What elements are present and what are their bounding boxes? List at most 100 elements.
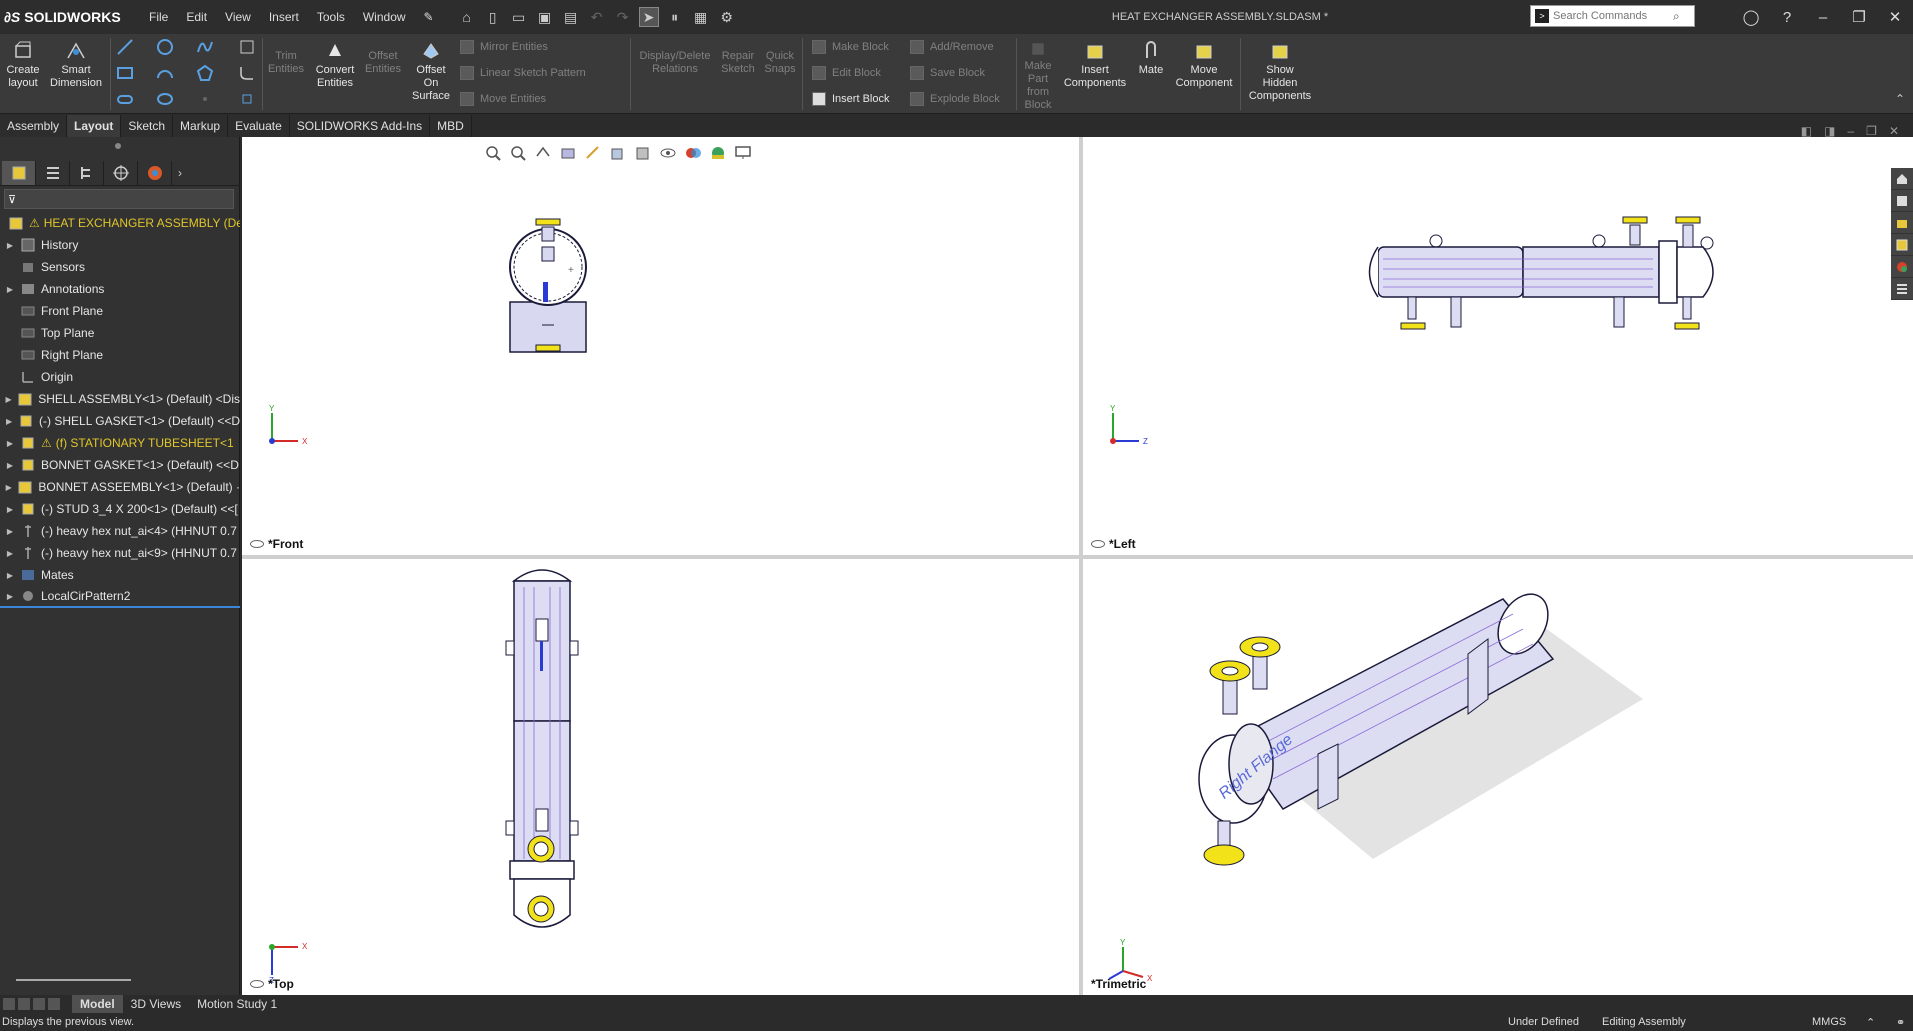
viewport-link-right-icon[interactable]: ◨ — [1824, 124, 1835, 138]
viewport-close-button[interactable]: ✕ — [1889, 124, 1899, 138]
polygon-tool-icon[interactable] — [196, 64, 214, 82]
tree-item[interactable]: ▶ (-) heavy hex nut_ai<4> (HHNUT 0.7 — [0, 520, 240, 542]
dimxpert-tab-icon[interactable] — [104, 160, 138, 185]
units-menu-chevron-icon[interactable]: ⌃ — [1866, 1016, 1875, 1029]
circle-tool-icon[interactable] — [156, 38, 174, 56]
expand-arrow-icon[interactable]: ▶ — [4, 549, 16, 558]
expand-arrow-icon[interactable]: ▶ — [4, 285, 16, 294]
tab-assembly[interactable]: Assembly — [0, 115, 68, 137]
show-hidden-components-button[interactable]: Show Hidden Components — [1244, 40, 1316, 103]
view-palette-icon[interactable] — [1891, 234, 1913, 256]
select-cursor-icon[interactable]: ➤ — [638, 7, 659, 27]
tab-mbd[interactable]: MBD — [430, 115, 472, 137]
tree-item[interactable]: ▶ (-) heavy hex nut_ai<9> (HHNUT 0.7 — [0, 542, 240, 564]
feature-manager-tab-icon[interactable] — [2, 160, 36, 185]
rebuild-status-icon[interactable]: ⚭ — [1896, 1016, 1905, 1029]
tab-motion-study-1[interactable]: Motion Study 1 — [189, 995, 285, 1013]
menu-insert[interactable]: Insert — [260, 0, 308, 34]
insert-components-button[interactable]: Insert Components — [1060, 40, 1130, 90]
view-settings-monitor-icon[interactable] — [734, 144, 752, 162]
menu-tools[interactable]: Tools — [308, 0, 354, 34]
save-block-button[interactable]: Save Block — [910, 66, 985, 80]
expand-arrow-icon[interactable]: ▶ — [4, 241, 16, 250]
viewport-front[interactable]: + Y X *Front — [242, 137, 1079, 555]
tree-item[interactable]: ▶ Mates — [0, 564, 240, 586]
tree-item[interactable]: ▶ ⚠ (f) STATIONARY TUBESHEET<1 — [0, 432, 240, 454]
viewport-minimize-button[interactable]: – — [1847, 124, 1854, 138]
mate-button[interactable]: Mate — [1134, 40, 1168, 77]
tab-markup[interactable]: Markup — [173, 115, 229, 137]
tree-item[interactable]: ▶ Annotations — [0, 278, 240, 300]
search-commands-box[interactable]: > ⌕ — [1530, 5, 1695, 27]
previous-view-icon[interactable] — [534, 144, 552, 162]
mirror-entities-button[interactable]: Mirror Entities — [460, 40, 548, 54]
section-view-icon[interactable] — [559, 144, 577, 162]
solidworks-resources-icon[interactable] — [1891, 168, 1913, 190]
tab-evaluate[interactable]: Evaluate — [228, 115, 290, 137]
home-icon[interactable]: ⌂ — [457, 7, 477, 27]
linear-sketch-pattern-button[interactable]: Linear Sketch Pattern — [460, 66, 586, 80]
text-grid-icon[interactable] — [238, 38, 256, 56]
tree-item[interactable]: ▶ BONNET ASSEEMBLY<1> (Default) · — [0, 476, 240, 498]
menu-edit[interactable]: Edit — [177, 0, 216, 34]
redo-icon[interactable]: ↷ — [613, 7, 633, 27]
slot-tool-icon[interactable] — [116, 90, 134, 108]
expand-arrow-icon[interactable]: ▶ — [4, 461, 16, 470]
display-manager-tab-icon[interactable] — [138, 160, 172, 185]
solidworks-logo[interactable]: ∂S SOLIDWORKS — [0, 9, 140, 25]
file-explorer-icon[interactable] — [1891, 212, 1913, 234]
help-icon[interactable]: ? — [1769, 9, 1805, 26]
expand-arrow-icon[interactable]: ▶ — [4, 571, 16, 580]
offset-entities-button[interactable]: Offset Entities — [362, 50, 404, 76]
viewport-link-left-icon[interactable]: ◧ — [1801, 124, 1812, 138]
appearances-scenes-icon[interactable] — [1891, 256, 1913, 278]
panel-grip-icon[interactable] — [115, 143, 121, 149]
traffic-light-icon[interactable]: ⏸ — [665, 7, 685, 27]
insert-block-button[interactable]: Insert Block — [812, 92, 889, 106]
offset-on-surface-button[interactable]: Offset On Surface — [408, 40, 454, 103]
tree-filter[interactable]: ⊽ — [4, 189, 234, 209]
smart-dimension-button[interactable]: Smart Dimension — [48, 40, 104, 90]
tree-item[interactable]: Top Plane — [0, 322, 240, 344]
tree-item[interactable]: Right Plane — [0, 344, 240, 366]
expand-arrow-icon[interactable]: ▶ — [4, 395, 13, 404]
property-manager-tab-icon[interactable] — [36, 160, 70, 185]
new-document-icon[interactable]: ▯ — [483, 7, 503, 27]
tree-item[interactable]: ▶ (-) SHELL GASKET<1> (Default) <<D — [0, 410, 240, 432]
close-button[interactable]: ✕ — [1877, 8, 1913, 26]
expand-arrow-icon[interactable]: ▶ — [4, 505, 16, 514]
options-gear-icon[interactable]: ⚙ — [717, 7, 737, 27]
expand-arrow-icon[interactable]: ▶ — [4, 592, 16, 601]
edit-appearance-icon[interactable] — [684, 144, 702, 162]
tree-item[interactable]: ▶ SHELL ASSEMBLY<1> (Default) <Dis — [0, 388, 240, 410]
viewport-left[interactable]: Y Z *Left — [1083, 137, 1913, 555]
line-tool-icon[interactable] — [116, 38, 134, 56]
scroll-prev-icon[interactable] — [18, 998, 30, 1010]
expand-arrow-icon[interactable]: ▶ — [4, 527, 16, 536]
tab-solidworks-add-ins[interactable]: SOLIDWORKS Add-Ins — [290, 115, 431, 137]
quick-snaps-button[interactable]: Quick Snaps — [762, 50, 798, 76]
tree-item[interactable]: ⚠ HEAT EXCHANGER ASSEMBLY (Defa — [0, 212, 240, 234]
create-layout-button[interactable]: Create layout — [4, 40, 42, 90]
make-block-button[interactable]: Make Block — [812, 40, 889, 54]
tab-3d-views[interactable]: 3D Views — [123, 995, 189, 1013]
search-commands-input[interactable] — [1553, 10, 1673, 22]
tree-item[interactable]: Front Plane — [0, 300, 240, 322]
point-tool-icon[interactable] — [196, 90, 214, 108]
open-icon[interactable]: ▭ — [509, 7, 529, 27]
rectangle-tool-icon[interactable] — [116, 64, 134, 82]
tree-item[interactable]: ▶ (-) STUD 3_4 X 200<1> (Default) <<[ — [0, 498, 240, 520]
configuration-manager-tab-icon[interactable] — [70, 160, 104, 185]
view-orientation-cube-icon[interactable] — [609, 144, 627, 162]
edit-block-button[interactable]: Edit Block — [812, 66, 881, 80]
tab-layout[interactable]: Layout — [67, 115, 122, 137]
plane-tool-icon[interactable] — [238, 90, 256, 108]
menu-view[interactable]: View — [216, 0, 260, 34]
hide-show-items-icon[interactable] — [659, 144, 677, 162]
print-icon[interactable]: ▤ — [561, 7, 581, 27]
user-account-icon[interactable]: ◯ — [1733, 8, 1769, 26]
scroll-last-icon[interactable] — [48, 998, 60, 1010]
search-icon[interactable]: ⌕ — [1673, 9, 1680, 24]
tree-item[interactable]: Origin — [0, 366, 240, 388]
panel-horizontal-scrollbar[interactable] — [16, 979, 131, 981]
